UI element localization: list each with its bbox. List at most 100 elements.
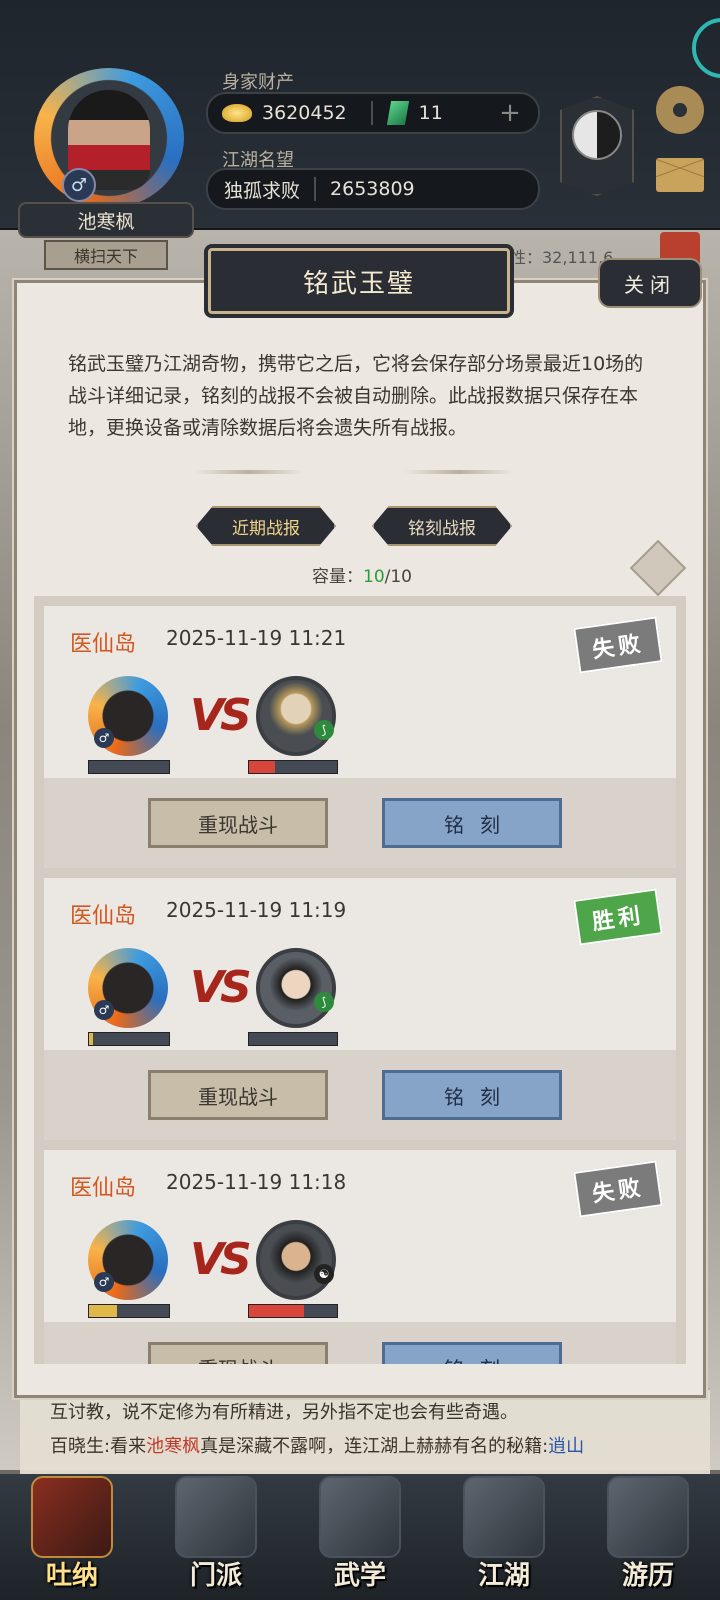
nav-label: 武学 (333, 1561, 386, 1591)
battle-card: 医仙岛 2025-11-19 11:19 胜利 ♂ VS ⟆ 重现战斗 铭刻 (44, 878, 676, 1140)
result-stamp: 胜利 (573, 888, 663, 946)
enemy-hp-bar (248, 1032, 338, 1046)
horse-icon (607, 1476, 689, 1558)
male-gender-icon: ♂ (94, 1272, 114, 1292)
gear-icon[interactable] (656, 86, 704, 134)
chat-link[interactable]: 逍山 (548, 1436, 584, 1457)
chat-log: 互讨教，说不定修为有所精进，另外指不定也会有些奇遇。 百晓生:看来池寒枫真是深藏… (20, 1388, 710, 1474)
martial-book-icon (319, 1476, 401, 1558)
jade-amount: 11 (418, 102, 443, 124)
attribute-text: 性：32,111,6 (510, 248, 614, 267)
divider (314, 177, 317, 201)
nav-label: 吐纳 (45, 1561, 98, 1591)
battle-time: 2025-11-19 11:18 (166, 1170, 347, 1194)
self-hp-fill (89, 1033, 93, 1045)
panel-title: 铭武玉璧 (208, 248, 510, 314)
chat-line: 互讨教，说不定修为有所精进，另外指不定也会有些奇遇。 (50, 1402, 518, 1423)
battle-card: 医仙岛 2025-11-19 11:21 失败 ♂ VS ⟆ 重现战斗 铭刻 (44, 606, 676, 868)
capacity-used: 10 (363, 567, 385, 587)
add-currency-button[interactable]: + (496, 98, 524, 128)
enemy-hp-bar (248, 1304, 338, 1318)
ornament-divider (404, 470, 514, 474)
chat-line: 百晓生:看来池寒枫真是深藏不露啊，连江湖上赫赫有名的秘籍:逍山 (50, 1430, 680, 1464)
sect-icon (175, 1476, 257, 1558)
result-stamp: 失败 (573, 616, 663, 674)
chat-speaker: 百晓生:看来 (50, 1436, 147, 1457)
chat-player-name[interactable]: 池寒枫 (146, 1436, 200, 1457)
nav-travel[interactable]: 游历 (593, 1476, 703, 1594)
enemy-hp-fill (249, 1305, 304, 1317)
corner-ring-icon[interactable] (692, 18, 720, 78)
tab-engraved-reports[interactable]: 铭刻战报 (372, 506, 512, 546)
self-hp-bar (88, 1032, 170, 1046)
engrave-button[interactable]: 铭刻 (382, 1342, 562, 1364)
nav-label: 江湖 (477, 1561, 530, 1591)
vs-mark: VS (190, 962, 252, 1013)
battle-location: 医仙岛 (70, 632, 137, 657)
enemy-avatar[interactable] (256, 676, 336, 756)
nav-label: 门派 (189, 1561, 242, 1591)
capacity-text: 容量：10/10 (312, 562, 412, 587)
battle-time: 2025-11-19 11:21 (166, 626, 347, 650)
capacity-label: 容量： (312, 567, 363, 587)
capacity-total: /10 (384, 567, 412, 587)
card-action-area (44, 1322, 676, 1364)
tuna-icon (31, 1476, 113, 1558)
nav-sect[interactable]: 门派 (161, 1476, 271, 1594)
replay-battle-button[interactable]: 重现战斗 (148, 1342, 328, 1364)
vs-mark: VS (190, 1234, 252, 1285)
divider (370, 101, 373, 125)
enemy-hp-bar (248, 760, 338, 774)
chat-text: 真是深藏不露啊，连江湖上赫赫有名的秘籍: (200, 1436, 549, 1457)
reputation-title: 独孤求败 (224, 179, 301, 202)
tab-recent-reports[interactable]: 近期战报 (196, 506, 336, 546)
player-name: 池寒枫 (18, 202, 194, 238)
card-action-area (44, 1050, 676, 1140)
battle-location: 医仙岛 (70, 1176, 137, 1201)
result-stamp: 失败 (573, 1160, 663, 1218)
player-avatar[interactable]: ♂ (26, 68, 186, 208)
bottom-nav: 吐纳 门派 武学 江湖 游历 (0, 1474, 720, 1600)
battle-location: 医仙岛 (70, 904, 137, 929)
enemy-hp-fill (249, 761, 276, 773)
replay-battle-button[interactable]: 重现战斗 (148, 1070, 328, 1120)
battle-time: 2025-11-19 11:19 (166, 898, 347, 922)
ornament-divider (194, 470, 304, 474)
wealth-label: 身家财产 (222, 72, 294, 93)
vs-mark: VS (190, 690, 252, 741)
replay-battle-button[interactable]: 重现战斗 (148, 798, 328, 848)
nav-jianghu[interactable]: 江湖 (449, 1476, 559, 1594)
male-gender-icon: ♂ (94, 728, 114, 748)
male-gender-icon: ♂ (94, 1000, 114, 1020)
self-hp-fill (89, 1305, 117, 1317)
self-hp-bar (88, 1304, 170, 1318)
nav-martial[interactable]: 武学 (305, 1476, 415, 1594)
male-gender-icon: ♂ (62, 168, 96, 202)
bamboo-hat-icon (463, 1476, 545, 1558)
green-sect-icon: ⟆ (314, 720, 334, 740)
reputation-value: 2653809 (330, 178, 415, 200)
card-action-area (44, 778, 676, 868)
silver-amount: 3620452 (262, 102, 347, 124)
panel-description: 铭武玉璧乃江湖奇物，携带它之后，它将会保存部分场景最近10场的战斗详细记录，铭刻… (68, 353, 644, 439)
silver-ingot-icon (222, 104, 252, 122)
player-title: 横扫天下 (44, 240, 168, 270)
enemy-avatar[interactable] (256, 1220, 336, 1300)
battle-card: 医仙岛 2025-11-19 11:18 失败 ♂ VS ☯ 重现战斗 铭刻 (44, 1150, 676, 1364)
jade-icon (386, 101, 409, 125)
taiji-sect-icon: ☯ (314, 1264, 334, 1284)
mail-icon[interactable] (656, 158, 704, 192)
reputation-bar: 独孤求败 2653809 (206, 168, 540, 210)
close-button[interactable]: 关闭 (598, 258, 702, 308)
taiji-icon[interactable] (572, 110, 622, 160)
self-hp-bar (88, 760, 170, 774)
engrave-button[interactable]: 铭刻 (382, 798, 562, 848)
nav-tuna[interactable]: 吐纳 (17, 1476, 127, 1594)
top-bar: ♂ 身家财产 3620452 11 + 江湖名望 独孤求败 2653809 (0, 0, 720, 230)
green-sect-icon: ⟆ (314, 992, 334, 1012)
enemy-avatar[interactable] (256, 948, 336, 1028)
wealth-bar: 3620452 11 + (206, 92, 540, 134)
battle-list[interactable]: 医仙岛 2025-11-19 11:21 失败 ♂ VS ⟆ 重现战斗 铭刻 医… (34, 596, 686, 1364)
nav-label: 游历 (621, 1561, 674, 1591)
engrave-button[interactable]: 铭刻 (382, 1070, 562, 1120)
